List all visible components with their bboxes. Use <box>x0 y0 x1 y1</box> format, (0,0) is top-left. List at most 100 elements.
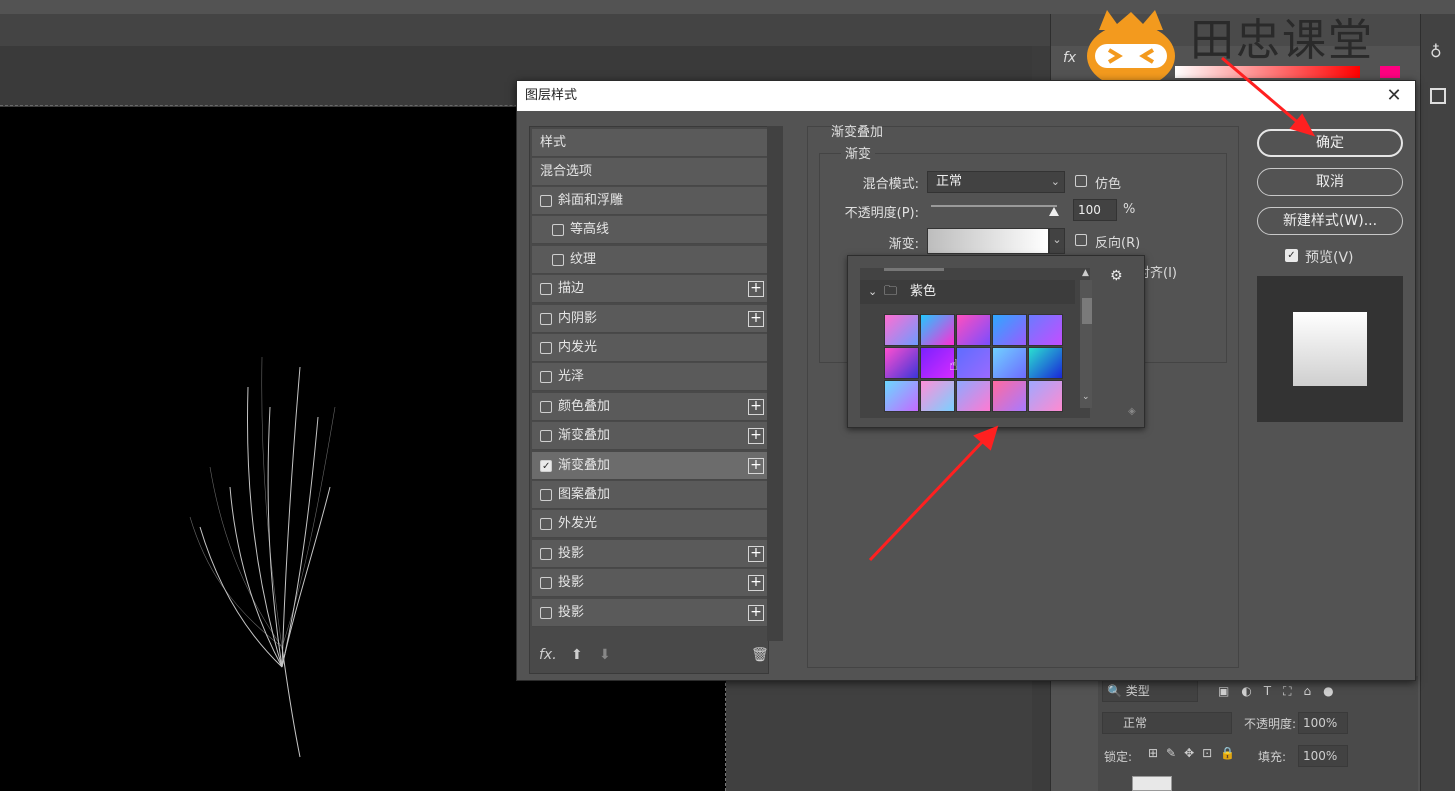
library-icon[interactable] <box>1430 88 1446 104</box>
options-bar <box>0 14 1050 46</box>
style-item[interactable]: 光泽 <box>532 363 768 392</box>
style-item[interactable]: 描边 + <box>532 275 768 304</box>
style-item[interactable]: 投影 + <box>532 539 768 568</box>
fill-input[interactable]: 100% <box>1298 745 1348 767</box>
style-item[interactable]: 斜面和浮雕 <box>532 187 768 215</box>
blend-options-label: 混合选项 <box>540 164 593 179</box>
gradient-folder[interactable]: ⌄ 🗀 紫色 <box>860 280 1075 304</box>
gradient-swatch[interactable] <box>884 380 919 412</box>
style-item-label: 投影 <box>558 545 585 561</box>
blend-mode-select[interactable]: 正常 ⌄ <box>927 171 1065 193</box>
style-checkbox[interactable] <box>552 224 564 237</box>
opacity-slider[interactable] <box>931 205 1057 207</box>
trash-icon[interactable]: 🗑 <box>751 647 769 663</box>
style-item[interactable]: 渐变叠加 + <box>532 451 768 481</box>
new-style-button[interactable]: 新建样式(W)... <box>1257 207 1403 235</box>
style-checkbox[interactable] <box>540 400 552 413</box>
add-effect-icon[interactable]: + <box>748 604 764 621</box>
scroll-up-icon[interactable]: ▲ <box>1082 268 1089 278</box>
layer-opacity-input[interactable]: 100% <box>1298 712 1348 734</box>
gradient-swatch[interactable] <box>1028 314 1063 346</box>
layer-filter-select[interactable]: 🔍 类型 <box>1102 680 1198 702</box>
lock-icons[interactable]: ⊞✎✥⊡🔒 <box>1148 746 1243 760</box>
close-icon[interactable]: ✕ <box>1383 85 1405 107</box>
style-item[interactable]: 等高线 <box>532 216 768 245</box>
gradient-swatch[interactable] <box>992 314 1027 346</box>
style-item-label: 内发光 <box>558 340 598 355</box>
style-checkbox[interactable] <box>540 430 552 443</box>
dither-checkbox[interactable] <box>1075 175 1087 187</box>
gradient-swatch[interactable] <box>1028 347 1063 379</box>
style-item[interactable]: 投影 + <box>532 598 768 627</box>
reverse-checkbox[interactable] <box>1075 234 1087 246</box>
style-item-label: 等高线 <box>570 222 610 238</box>
gradient-swatch[interactable] <box>992 380 1027 412</box>
opacity-slider-thumb[interactable] <box>1049 207 1059 216</box>
fx-menu-icon[interactable]: fx. <box>539 647 557 663</box>
gradient-swatch[interactable] <box>956 314 991 346</box>
add-effect-icon[interactable]: + <box>748 575 764 592</box>
add-effect-icon[interactable]: + <box>748 545 764 562</box>
add-effect-icon[interactable]: + <box>748 398 764 415</box>
folder-icon: 🗀 <box>884 284 898 299</box>
style-item[interactable]: 内阴影 + <box>532 304 768 333</box>
style-checkbox[interactable] <box>540 547 552 560</box>
ok-button[interactable]: 确定 <box>1257 129 1403 157</box>
style-checkbox[interactable] <box>540 453 552 481</box>
style-item[interactable]: 纹理 <box>532 245 768 274</box>
reverse-label: 反向(R) <box>1095 236 1141 251</box>
style-checkbox[interactable] <box>540 195 552 207</box>
style-checkbox[interactable] <box>552 253 564 266</box>
section-title: 渐变叠加 <box>831 125 884 140</box>
scroll-down-icon[interactable]: ⌄ <box>1082 392 1090 402</box>
picker-scroll-thumb[interactable] <box>1082 298 1092 324</box>
resize-grip-icon[interactable]: ◈ <box>1128 406 1136 417</box>
add-effect-icon[interactable]: + <box>748 310 764 327</box>
style-checkbox[interactable] <box>540 489 552 501</box>
style-checkbox[interactable] <box>540 577 552 590</box>
move-down-icon[interactable]: ⬇ <box>599 647 611 663</box>
gear-icon[interactable]: ⚙ <box>1110 268 1123 284</box>
style-checkbox[interactable] <box>540 312 552 325</box>
style-checkbox[interactable] <box>540 606 552 619</box>
gradient-swatch[interactable] <box>956 347 991 379</box>
gradient-swatch[interactable] <box>884 314 919 346</box>
style-header[interactable]: 样式 <box>532 129 768 157</box>
blend-options-item[interactable]: 混合选项 <box>532 158 768 186</box>
style-item[interactable]: 内发光 <box>532 334 768 362</box>
gradient-swatch[interactable] <box>992 347 1027 379</box>
filter-icons[interactable]: ▣◐T⛶⌂● <box>1218 684 1346 699</box>
style-item[interactable]: 颜色叠加 + <box>532 392 768 421</box>
opacity-input[interactable]: 100 <box>1073 199 1117 221</box>
layer-blend-select[interactable]: 正常 <box>1102 712 1232 734</box>
style-list-scrollbar[interactable] <box>767 126 783 641</box>
gradient-swatch[interactable] <box>920 314 955 346</box>
lightbulb-icon[interactable]: ♁ <box>1430 42 1442 61</box>
gradient-swatch[interactable] <box>884 347 919 379</box>
add-effect-icon[interactable]: + <box>748 428 764 445</box>
color-swatch[interactable] <box>1380 66 1400 78</box>
gradient-swatch[interactable] <box>1028 380 1063 412</box>
preview-checkbox[interactable]: ✓ <box>1285 249 1298 262</box>
gradient-swatch[interactable] <box>956 380 991 412</box>
add-effect-icon[interactable]: + <box>748 281 764 298</box>
style-item[interactable]: 外发光 <box>532 510 768 539</box>
style-checkbox[interactable] <box>540 342 552 354</box>
style-checkbox[interactable] <box>540 518 552 531</box>
style-item[interactable]: 图案叠加 <box>532 481 768 509</box>
style-item[interactable]: 渐变叠加 + <box>532 422 768 451</box>
gradient-swatch[interactable] <box>920 380 955 412</box>
layer-filter-value: 类型 <box>1125 684 1150 698</box>
add-effect-icon[interactable]: + <box>748 457 764 474</box>
move-up-icon[interactable]: ⬆ <box>571 647 583 663</box>
gradient-dropdown-icon[interactable]: ⌄ <box>1049 228 1065 254</box>
style-checkbox[interactable] <box>540 371 552 384</box>
watermark-text: 田忠课堂 <box>1190 15 1374 66</box>
chevron-down-icon[interactable]: ⌄ <box>868 280 877 304</box>
chevron-down-icon: ⌄ <box>1050 175 1060 188</box>
gradient-preview[interactable] <box>927 228 1049 254</box>
layer-thumbnail[interactable] <box>1132 776 1172 791</box>
style-checkbox[interactable] <box>540 283 552 296</box>
cancel-button[interactable]: 取消 <box>1257 168 1403 196</box>
style-item[interactable]: 投影 + <box>532 569 768 598</box>
